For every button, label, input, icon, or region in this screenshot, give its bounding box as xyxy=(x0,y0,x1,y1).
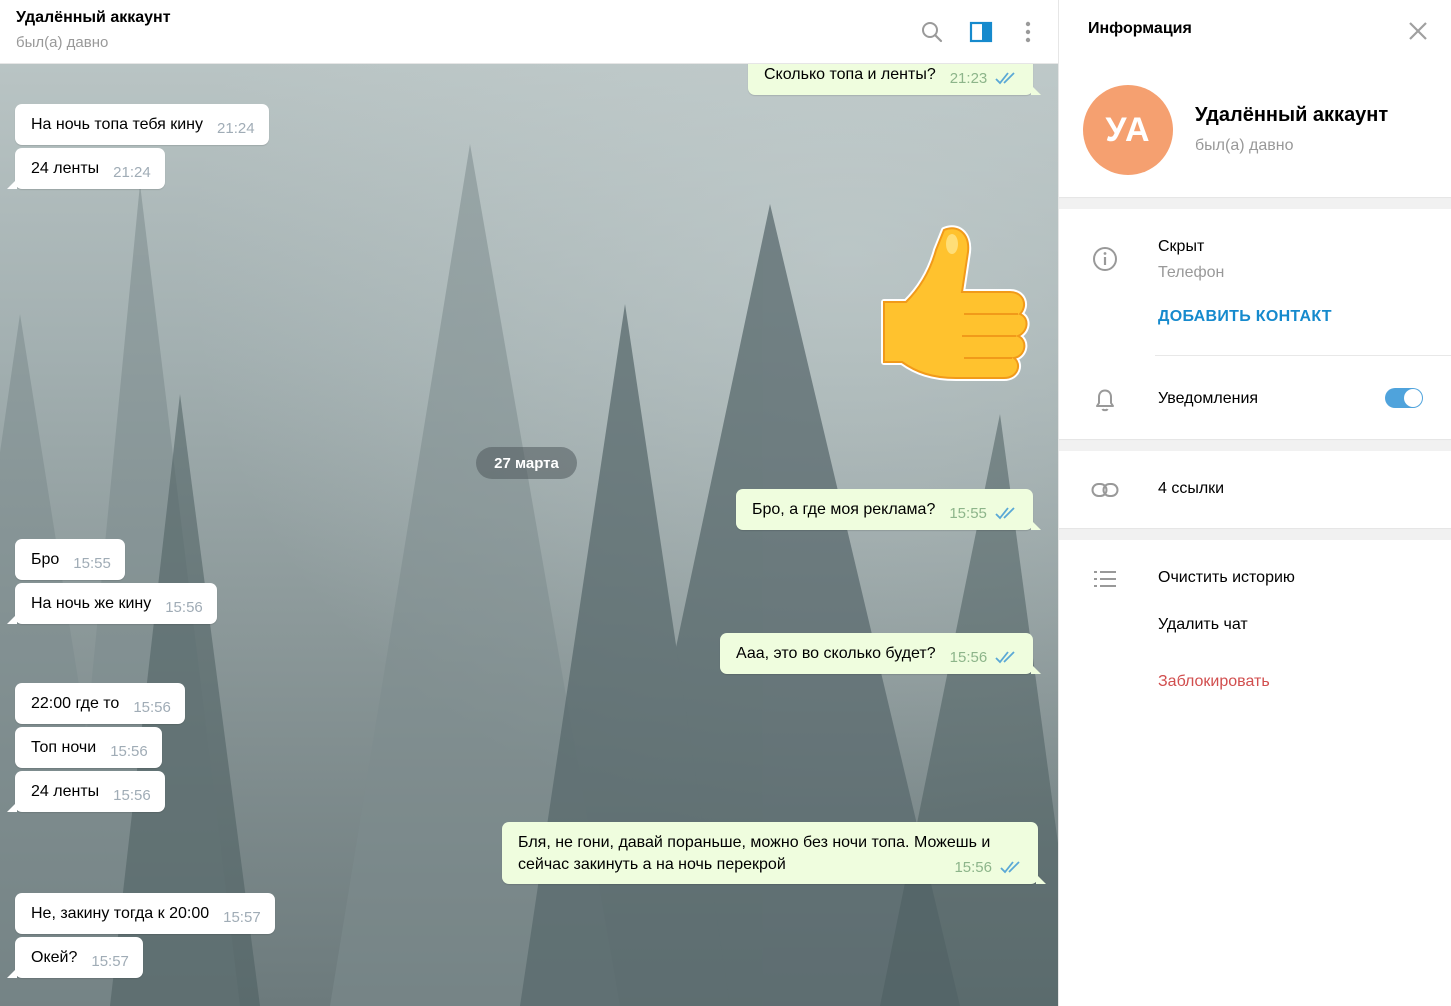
message-in[interactable]: Окей? 15:57 xyxy=(7,937,143,978)
sidebar-toggle-icon[interactable] xyxy=(965,16,997,48)
more-vertical-icon[interactable] xyxy=(1012,16,1044,48)
message-time: 21:23 xyxy=(949,70,988,87)
message-meta: 15:56 xyxy=(940,857,1024,879)
message-in[interactable]: На ночь же кину 15:56 xyxy=(7,583,217,624)
message-in[interactable]: 22:00 где то 15:56 xyxy=(15,683,185,724)
profile-status: был(а) давно xyxy=(1195,137,1294,154)
message-in[interactable]: 24 ленты 21:24 xyxy=(7,148,165,189)
message-time: 15:56 xyxy=(110,743,148,760)
message-in[interactable]: На ночь топа тебя кину 21:24 xyxy=(15,104,269,145)
message-out[interactable]: Бля, не гони, давай пораньше, можно без … xyxy=(502,822,1046,884)
shared-links-item[interactable]: 4 ссылки xyxy=(1158,480,1224,498)
message-text: 24 ленты xyxy=(31,160,100,177)
message-in[interactable]: Не, закину тогда к 20:00 15:57 xyxy=(15,893,275,934)
message-time: 21:24 xyxy=(113,164,151,181)
phone-value: Скрыт xyxy=(1158,238,1205,255)
message-time: 15:55 xyxy=(73,555,111,572)
section-divider xyxy=(1059,197,1451,209)
message-in[interactable]: Топ ночи 15:56 xyxy=(15,727,162,768)
message-time: 21:24 xyxy=(217,120,255,137)
message-time: 15:57 xyxy=(223,909,261,926)
message-time: 15:56 xyxy=(113,787,151,804)
message-out[interactable]: Бро, а где моя реклама? 15:55 xyxy=(736,489,1041,530)
link-icon xyxy=(1091,476,1119,504)
chat-status: был(а) давно xyxy=(16,34,109,51)
read-check-icon xyxy=(995,649,1019,671)
message-text: Сколько топа и ленты? xyxy=(764,66,936,83)
message-time: 15:57 xyxy=(91,953,129,970)
message-out[interactable]: Ааа, это во сколько будет? 15:56 xyxy=(720,633,1042,674)
read-check-icon xyxy=(995,505,1019,527)
avatar[interactable]: УА xyxy=(1083,85,1173,175)
message-in[interactable]: Бро 15:55 xyxy=(15,539,125,580)
bell-icon xyxy=(1091,386,1119,414)
read-check-icon xyxy=(1000,859,1024,881)
toggle-knob xyxy=(1404,389,1422,407)
close-icon[interactable] xyxy=(1405,18,1431,44)
section-divider xyxy=(1059,528,1451,540)
message-text: На ночь же кину xyxy=(31,595,152,612)
row-divider xyxy=(1155,355,1451,356)
message-time: 15:56 xyxy=(133,699,171,716)
phone-label: Телефон xyxy=(1158,264,1225,281)
info-panel-title: Информация xyxy=(1088,20,1192,37)
profile-name: Удалённый аккаунт xyxy=(1195,104,1389,126)
message-text: Топ ночи xyxy=(31,739,97,756)
message-time: 15:55 xyxy=(949,505,987,522)
message-text: Окей? xyxy=(31,949,78,966)
chat-header[interactable]: Удалённый аккаунт был(а) давно xyxy=(0,0,1058,64)
chat-title[interactable]: Удалённый аккаунт xyxy=(16,9,171,27)
list-icon xyxy=(1091,565,1119,593)
notifications-toggle[interactable] xyxy=(1385,388,1423,408)
message-text: Ааа, это во сколько будет? xyxy=(736,645,936,662)
message-text: Бро xyxy=(31,551,60,568)
message-text: На ночь топа тебя кину xyxy=(31,116,204,133)
info-panel: Информация УА Удалённый аккаунт был(а) д… xyxy=(1058,0,1451,1006)
message-time: 15:56 xyxy=(165,599,203,616)
notifications-label: Уведомления xyxy=(1158,390,1259,407)
message-in[interactable]: 24 ленты 15:56 xyxy=(7,771,165,812)
thumbs-up-sticker[interactable] xyxy=(872,222,1032,387)
section-divider xyxy=(1059,439,1451,451)
date-separator: 27 марта xyxy=(476,447,577,479)
info-icon xyxy=(1091,245,1119,273)
delete-chat-button[interactable]: Удалить чат xyxy=(1158,616,1248,634)
search-icon[interactable] xyxy=(916,16,948,48)
block-user-button[interactable]: Заблокировать xyxy=(1158,673,1270,691)
message-time: 15:56 xyxy=(954,859,992,876)
clear-history-button[interactable]: Очистить историю xyxy=(1158,569,1295,587)
message-text: 24 ленты xyxy=(31,783,100,800)
add-contact-button[interactable]: ДОБАВИТЬ КОНТАКТ xyxy=(1158,308,1332,326)
message-text: 22:00 где то xyxy=(31,695,120,712)
chat-area: Удалённый аккаунт был(а) давно Сколько т… xyxy=(0,0,1058,1006)
read-check-icon xyxy=(995,70,1019,92)
message-text: Не, закину тогда к 20:00 xyxy=(31,905,210,922)
message-time: 15:56 xyxy=(949,649,988,666)
message-text: Бро, а где моя реклама? xyxy=(752,501,936,518)
